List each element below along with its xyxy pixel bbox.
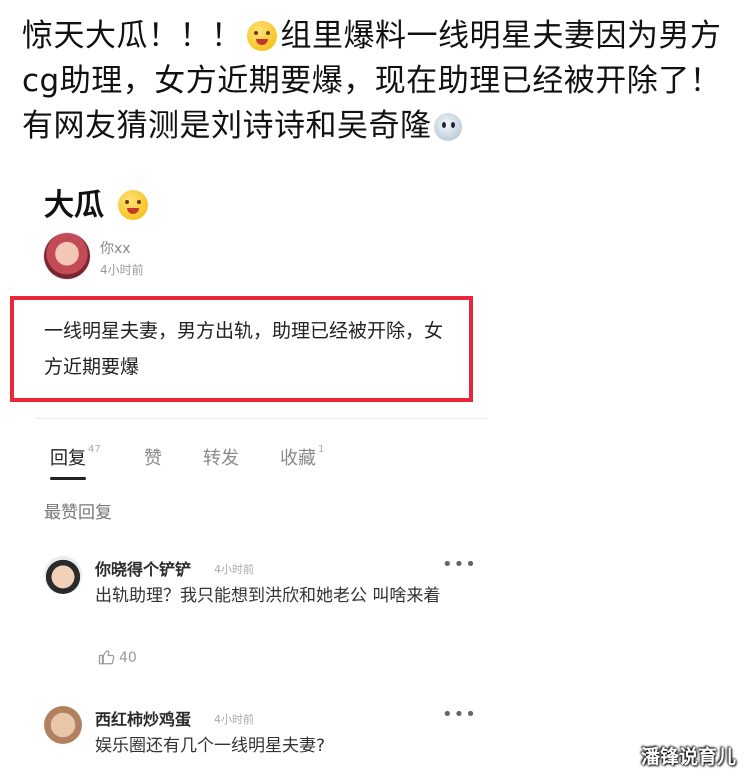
post-title-text: 大瓜 — [44, 188, 104, 223]
thumbs-up-icon — [98, 650, 115, 665]
tab-likes[interactable]: 赞 — [144, 444, 162, 470]
divider — [36, 418, 488, 419]
author-avatar[interactable] — [44, 233, 90, 279]
comment-time: 4小时前 — [214, 713, 254, 726]
tab-replies-count: 47 — [88, 444, 101, 455]
post-title: 大瓜 — [44, 180, 152, 224]
headline-part1: 惊天大瓜！！！ — [22, 18, 243, 54]
comment-author[interactable]: 西红柿炒鸡蛋 — [95, 706, 191, 730]
comment-body: 娱乐圈还有几个一线明星夫妻? — [95, 736, 326, 756]
like-button[interactable]: 40 — [98, 648, 137, 666]
tab-replies-label: 回复 — [50, 448, 86, 469]
hugging-face-icon — [118, 190, 149, 220]
comment-avatar[interactable] — [44, 706, 82, 744]
active-tab-indicator — [50, 477, 86, 480]
headline-text: 惊天大瓜！！！ 组里爆料一线明星夫妻因为男方cg助理，女方近期要爆，现在助理已经被… — [22, 14, 738, 149]
section-label-top-replies: 最赞回复 — [44, 503, 112, 523]
tab-favorites-count: 1 — [318, 444, 325, 455]
more-options-icon[interactable]: ••• — [442, 704, 477, 725]
comment-body: 出轨助理？我只能想到洪欣和她老公 叫啥来着 — [95, 586, 441, 606]
comment-avatar[interactable] — [44, 556, 82, 594]
comment-author[interactable]: 你晓得个铲铲 — [95, 556, 191, 580]
watermark: 潘锋说育儿 — [640, 746, 736, 768]
ghost-face-icon — [433, 113, 462, 141]
comment-time: 4小时前 — [214, 563, 254, 576]
tab-likes-label: 赞 — [144, 448, 162, 469]
author-name[interactable]: 你xx — [100, 238, 131, 258]
more-options-icon[interactable]: ••• — [442, 554, 477, 575]
tab-reposts-label: 转发 — [203, 448, 239, 469]
drooling-face-icon — [246, 21, 277, 51]
tab-reposts[interactable]: 转发 — [203, 444, 239, 470]
post-time: 4小时前 — [100, 263, 144, 277]
tab-favorites-label: 收藏 — [280, 448, 316, 469]
post-body: 一线明星夫妻，男方出轨，助理已经被开除，女方近期要爆 — [44, 320, 444, 378]
like-count: 40 — [119, 650, 137, 666]
tab-replies[interactable]: 回复 47 — [50, 444, 101, 470]
tab-favorites[interactable]: 收藏 1 — [280, 444, 324, 470]
